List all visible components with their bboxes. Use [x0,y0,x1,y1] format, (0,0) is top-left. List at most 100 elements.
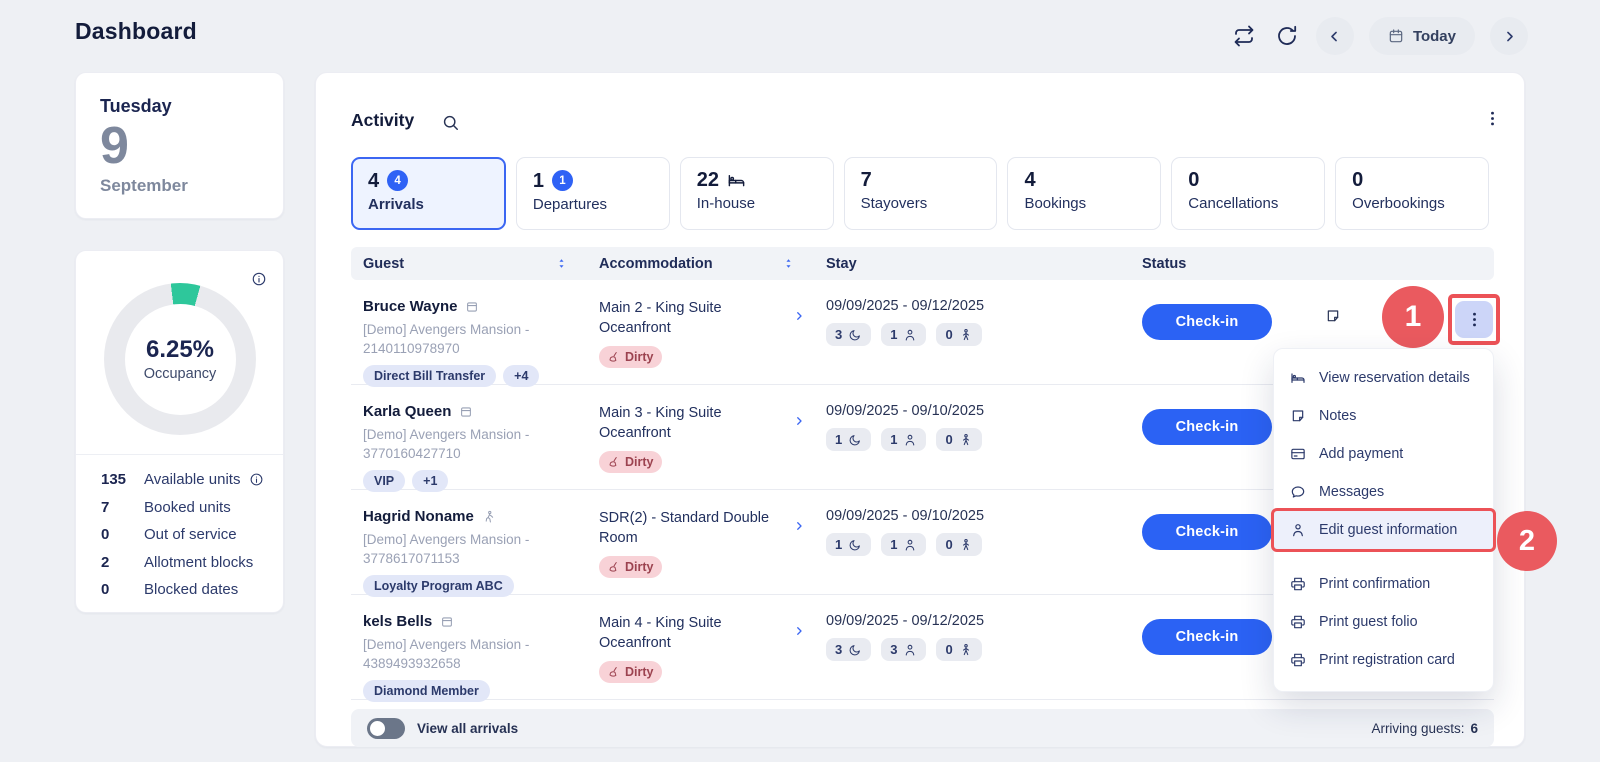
sort-icon[interactable] [555,257,568,270]
stay-nights-count: 1 [835,432,842,447]
stay-adults-badge: 1 [881,533,926,556]
accommodation-name: Main 3 - King Suite Oceanfront [599,403,789,444]
room-status-badge: Dirty [599,661,662,683]
guest-tag[interactable]: +4 [503,365,539,387]
status-cell: Check-in [1129,385,1269,492]
refresh-button[interactable] [1273,22,1301,50]
stat-label: Booked units [144,499,231,516]
menu-item-add-payment[interactable]: Add payment [1274,435,1493,473]
tab-bookings[interactable]: 4Bookings [1007,157,1161,230]
guest-tag[interactable]: Loyalty Program ABC [363,575,514,597]
printer-icon [1290,652,1306,668]
stay-nights-badge: 1 [826,428,871,451]
stay-counts: 330 [826,638,1129,661]
check-in-button[interactable]: Check-in [1142,514,1272,550]
adult-icon [903,538,917,552]
guest-name-text: Bruce Wayne [363,298,457,315]
tab-top: 44 [368,170,504,191]
reservation-note-icon [440,615,454,629]
stay-dates: 09/09/2025 - 09/10/2025 [826,508,1129,524]
tab-in-house[interactable]: 22In-house [680,157,834,230]
tab-cancellations[interactable]: 0 Cancellations [1171,157,1325,230]
tab-stayovers[interactable]: 7Stayovers [844,157,998,230]
menu-item-label: Print guest folio [1319,614,1418,630]
column-header-accommodation[interactable]: Accommodation [586,256,813,272]
menu-item-print-confirmation[interactable]: Print confirmation [1274,565,1493,603]
check-in-button[interactable]: Check-in [1142,409,1272,445]
expand-row-button[interactable] [793,415,805,430]
view-all-arrivals-label: View all arrivals [417,721,518,736]
kebab-icon [1465,310,1484,329]
prev-day-button[interactable] [1316,17,1354,55]
stat-out-of-service: 0Out of service [101,526,273,543]
guest-tag[interactable]: Diamond Member [363,680,490,702]
occupancy-stats: 135Available units7Booked units0Out of s… [101,471,273,598]
row-more-button[interactable] [1455,301,1493,338]
broom-icon [608,666,620,678]
menu-item-notes[interactable]: Notes [1274,397,1493,435]
date-weekday: Tuesday [100,96,259,117]
column-header-label: Stay [826,256,857,272]
search-button[interactable] [441,113,460,135]
adult-icon [903,328,917,342]
guest-tag[interactable]: Direct Bill Transfer [363,365,496,387]
guest-tag[interactable]: +1 [412,470,448,492]
menu-item-label: Print confirmation [1319,576,1430,592]
today-button[interactable]: Today [1369,17,1475,55]
next-day-button[interactable] [1490,17,1528,55]
occupancy-donut-center: 6.25% Occupancy [125,304,236,415]
tab-label: In-house [697,195,833,212]
table-header: Guest Accommodation Stay Status [351,247,1494,280]
chevron-right-icon [793,415,805,427]
stat-available-units: 135Available units [101,471,273,488]
tab-overbookings[interactable]: 0Overbookings [1335,157,1489,230]
menu-item-edit-guest-information[interactable]: Edit guest information [1274,511,1493,549]
tab-count-badge: 4 [387,170,408,191]
tab-label: Cancellations [1188,195,1324,212]
annotation-step-2: 2 [1497,511,1557,571]
expand-row-button[interactable] [793,625,805,640]
tab-count: 0 [1352,170,1363,190]
info-icon[interactable] [251,271,267,287]
tab-departures[interactable]: 11Departures [516,157,670,230]
row-notes-button[interactable] [1325,308,1341,327]
chevron-right-icon [793,310,805,322]
guest-name-text: Hagrid Noname [363,508,474,525]
column-header-label: Guest [363,256,404,272]
room-status-label: Dirty [625,350,653,364]
repeat-button[interactable] [1230,22,1258,50]
check-in-button[interactable]: Check-in [1142,304,1272,340]
tab-arrivals[interactable]: 44Arrivals [351,157,506,230]
column-header-guest[interactable]: Guest [351,256,586,272]
bed-icon [1290,370,1306,386]
tab-count: 1 [533,171,544,191]
guest-tag[interactable]: VIP [363,470,405,492]
expand-row-button[interactable] [793,310,805,325]
column-header-label: Accommodation [599,256,713,272]
stay-counts: 110 [826,428,1129,451]
stay-dates: 09/09/2025 - 09/12/2025 [826,298,1129,314]
menu-item-print-guest-folio[interactable]: Print guest folio [1274,603,1493,641]
stay-cell: 09/09/2025 - 09/12/2025310 [813,280,1129,387]
stat-value: 135 [101,471,144,488]
adult-icon [903,433,917,447]
stay-nights-badge: 1 [826,533,871,556]
menu-item-view-reservation-details[interactable]: View reservation details [1274,359,1493,397]
accommodation-cell: Main 3 - King Suite Oceanfront Dirty [586,385,813,492]
check-in-button[interactable]: Check-in [1142,619,1272,655]
guest-name-text: kels Bells [363,613,432,630]
date-card: Tuesday 9 September [75,72,284,219]
column-header-label: Status [1142,256,1186,272]
broom-icon [608,456,620,468]
sort-icon[interactable] [782,257,795,270]
today-label: Today [1413,28,1456,45]
menu-item-messages[interactable]: Messages [1274,473,1493,511]
room-status-badge: Dirty [599,451,662,473]
view-all-arrivals-toggle[interactable] [367,718,405,739]
expand-row-button[interactable] [793,520,805,535]
tab-count: 0 [1188,170,1199,190]
bed-icon [727,171,746,190]
credit-card-icon [1290,446,1306,462]
menu-item-print-registration-card[interactable]: Print registration card [1274,641,1493,679]
activity-more-button[interactable] [1480,108,1504,132]
